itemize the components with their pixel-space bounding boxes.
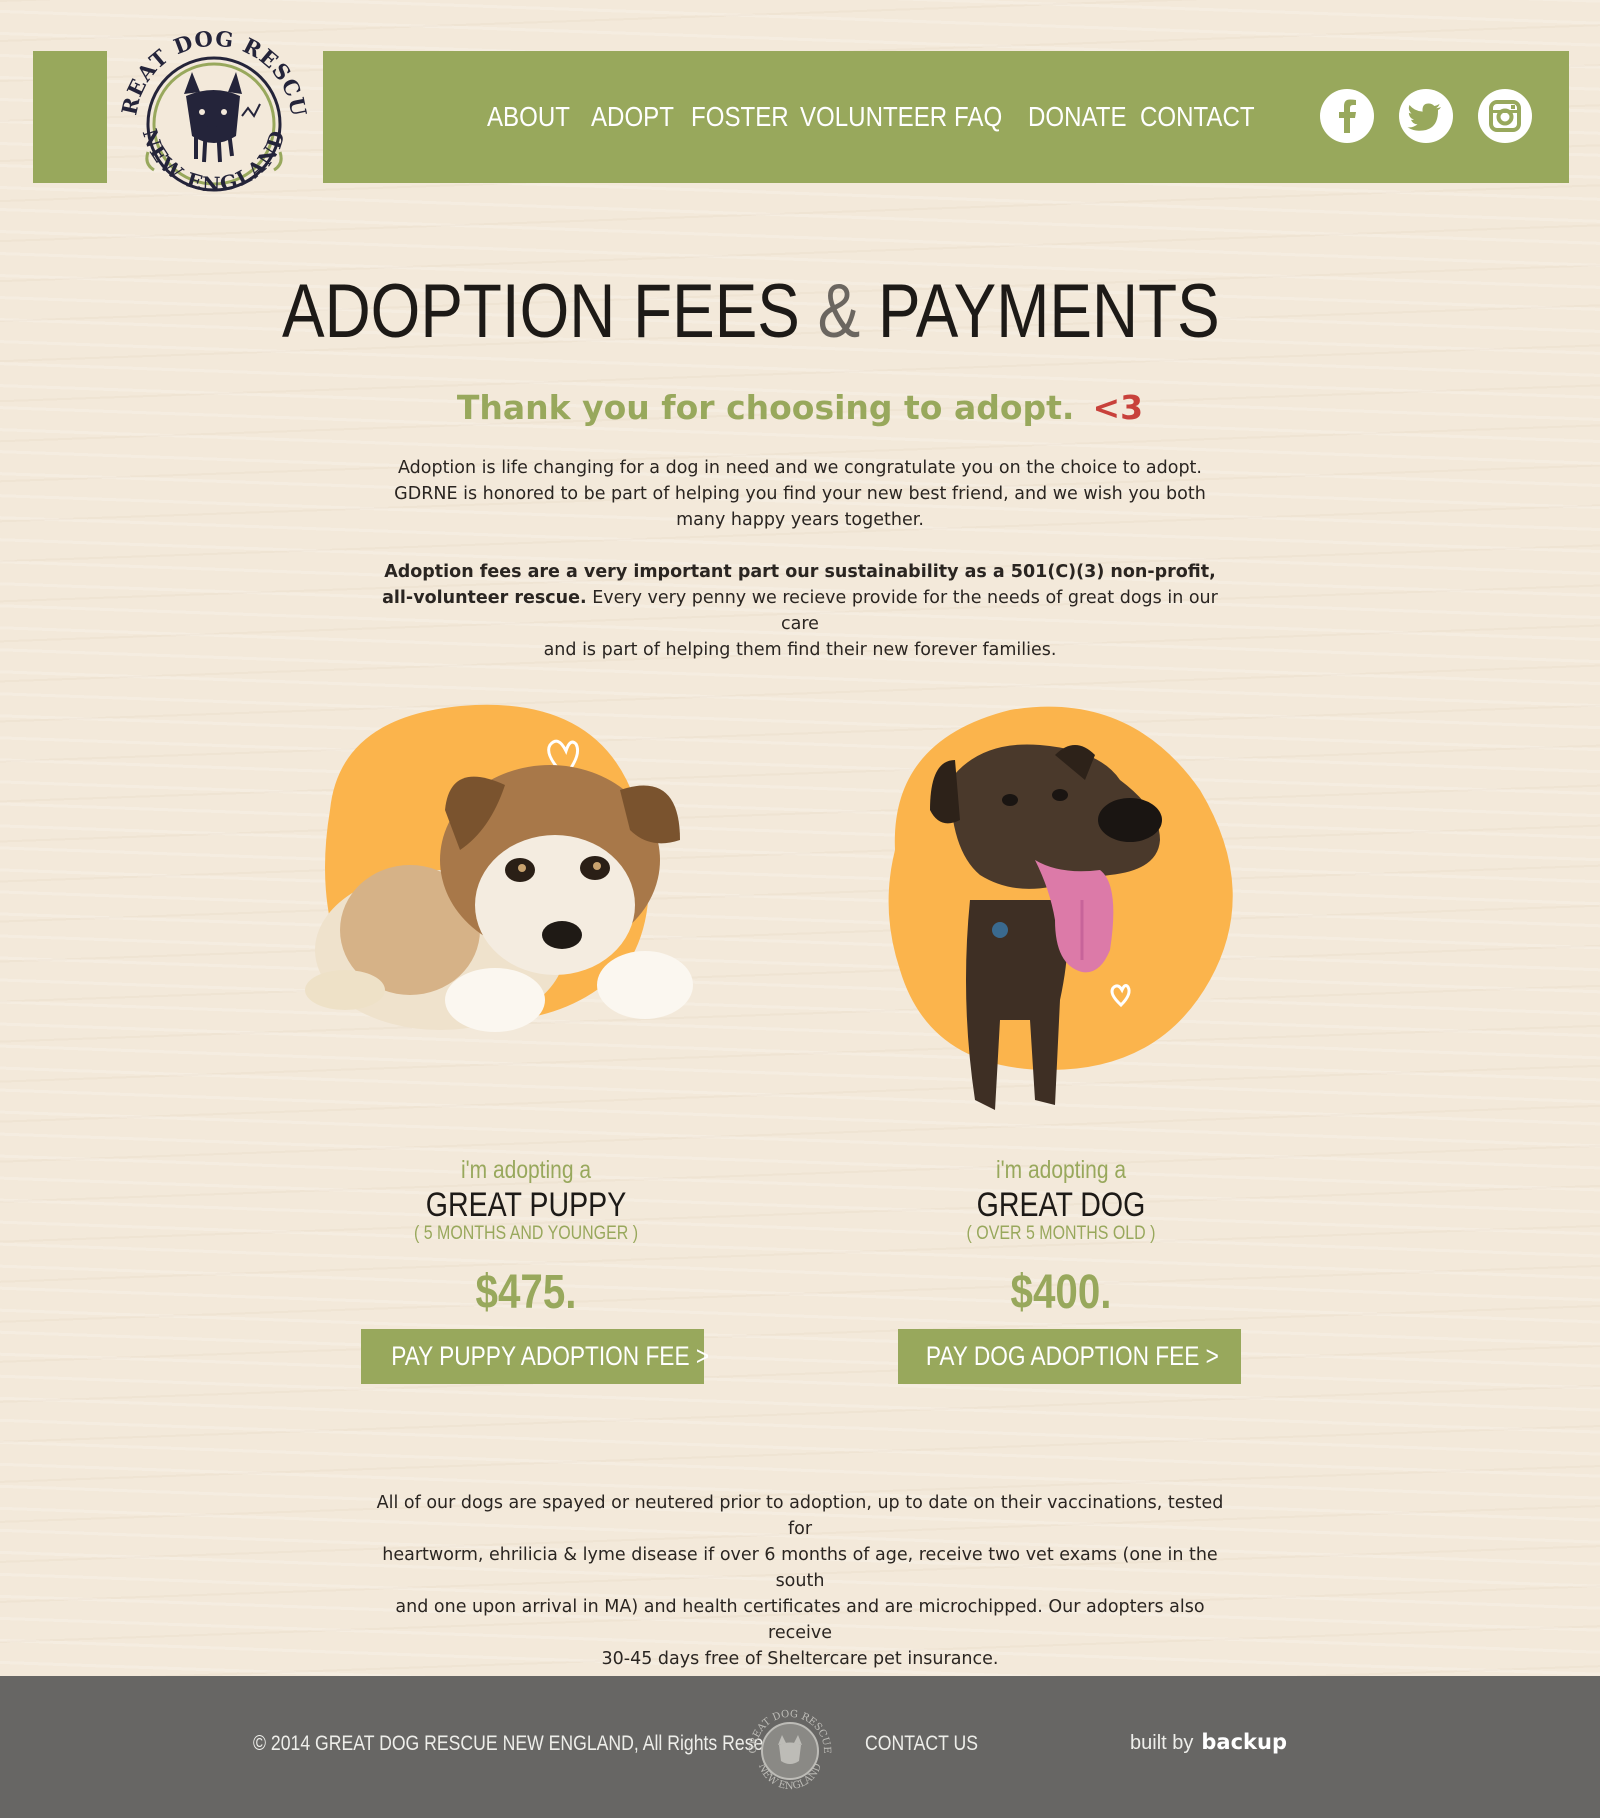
thanks-text: Thank you for choosing to adopt. xyxy=(456,388,1075,427)
dog-card: i'm adopting a GREAT DOG ( OVER 5 MONTHS… xyxy=(881,1155,1241,1321)
dog-photo xyxy=(860,700,1260,1134)
fees-text: Every very penny we recieve provide for … xyxy=(586,588,1218,634)
price-label: $400. xyxy=(1010,1266,1112,1319)
button-label: PAY PUPPY ADOPTION FEE > xyxy=(391,1341,710,1371)
nav-adopt[interactable]: ADOPT xyxy=(591,96,674,138)
care-line: All of our dogs are spayed or neutered p… xyxy=(376,1493,1224,1539)
nav-foster[interactable]: FOSTER xyxy=(691,96,789,138)
nav-donate[interactable]: DONATE xyxy=(1028,96,1127,138)
kind-label: GREAT PUPPY xyxy=(425,1186,627,1224)
built-by: built by backup xyxy=(1130,1730,1287,1755)
intro-paragraph: Adoption is life changing for a dog in n… xyxy=(380,455,1220,533)
footer-contact-link[interactable]: CONTACT US xyxy=(865,1732,978,1756)
care-line: and one upon arrival in MA) and health c… xyxy=(395,1597,1205,1643)
site-logo[interactable]: GREAT DOG RESCUE NEW ENGLAND xyxy=(105,4,314,224)
nav-about[interactable]: ABOUT xyxy=(487,96,570,138)
header-left-block xyxy=(33,51,107,183)
pay-puppy-fee-button[interactable]: PAY PUPPY ADOPTION FEE > xyxy=(361,1329,709,1384)
title-text-2: PAYMENTS xyxy=(860,269,1220,354)
adopting-label: i'm adopting a xyxy=(995,1156,1127,1184)
built-by-text: built by xyxy=(1130,1732,1194,1754)
intro-line: GDRNE is honored to be part of helping y… xyxy=(394,484,1206,504)
price-label: $475. xyxy=(475,1266,577,1319)
nav-faq[interactable]: FAQ xyxy=(954,96,1002,138)
twitter-icon[interactable] xyxy=(1399,89,1453,143)
footer-logo[interactable]: GREAT DOG RESCUE NEW ENGLAND xyxy=(746,1707,834,1795)
care-line: 30-45 days free of Sheltercare pet insur… xyxy=(601,1649,999,1669)
age-label: ( OVER 5 MONTHS OLD ) xyxy=(966,1223,1156,1244)
page-title: ADOPTION FEES & PAYMENTS xyxy=(282,268,1220,355)
nav-volunteer[interactable]: VOLUNTEER xyxy=(800,96,947,138)
button-label: PAY DOG ADOPTION FEE > xyxy=(925,1341,1219,1371)
thanks-heading: Thank you for choosing to adopt. <3 xyxy=(0,388,1600,427)
instagram-icon[interactable] xyxy=(1478,89,1532,143)
title-ampersand: & xyxy=(817,269,861,354)
age-label: ( 5 MONTHS AND YOUNGER ) xyxy=(413,1223,639,1244)
puppy-card: i'm adopting a GREAT PUPPY ( 5 MONTHS AN… xyxy=(346,1155,706,1321)
title-text-1: ADOPTION FEES xyxy=(282,269,818,354)
fees-bold-text: Adoption fees are a very important part … xyxy=(384,562,1216,582)
heart-text: <3 xyxy=(1092,388,1144,427)
puppy-photo xyxy=(300,700,740,1104)
facebook-icon[interactable] xyxy=(1320,89,1374,143)
nav-contact[interactable]: CONTACT xyxy=(1140,96,1255,138)
adopting-label: i'm adopting a xyxy=(460,1156,592,1184)
pay-dog-fee-button[interactable]: PAY DOG ADOPTION FEE > xyxy=(898,1329,1241,1384)
fees-text: and is part of helping them find their n… xyxy=(543,640,1057,660)
kind-label: GREAT DOG xyxy=(976,1186,1146,1224)
copyright-text: © 2014 GREAT DOG RESCUE NEW ENGLAND, All… xyxy=(253,1732,798,1755)
care-line: heartworm, ehrilicia & lyme disease if o… xyxy=(382,1545,1218,1591)
fees-paragraph: Adoption fees are a very important part … xyxy=(380,559,1220,663)
care-paragraph: All of our dogs are spayed or neutered p… xyxy=(370,1490,1230,1672)
fees-bold-text: all-volunteer rescue. xyxy=(382,588,587,608)
builder-link[interactable]: backup xyxy=(1201,1730,1287,1754)
intro-line: many happy years together. xyxy=(676,510,924,530)
intro-line: Adoption is life changing for a dog in n… xyxy=(397,458,1202,478)
